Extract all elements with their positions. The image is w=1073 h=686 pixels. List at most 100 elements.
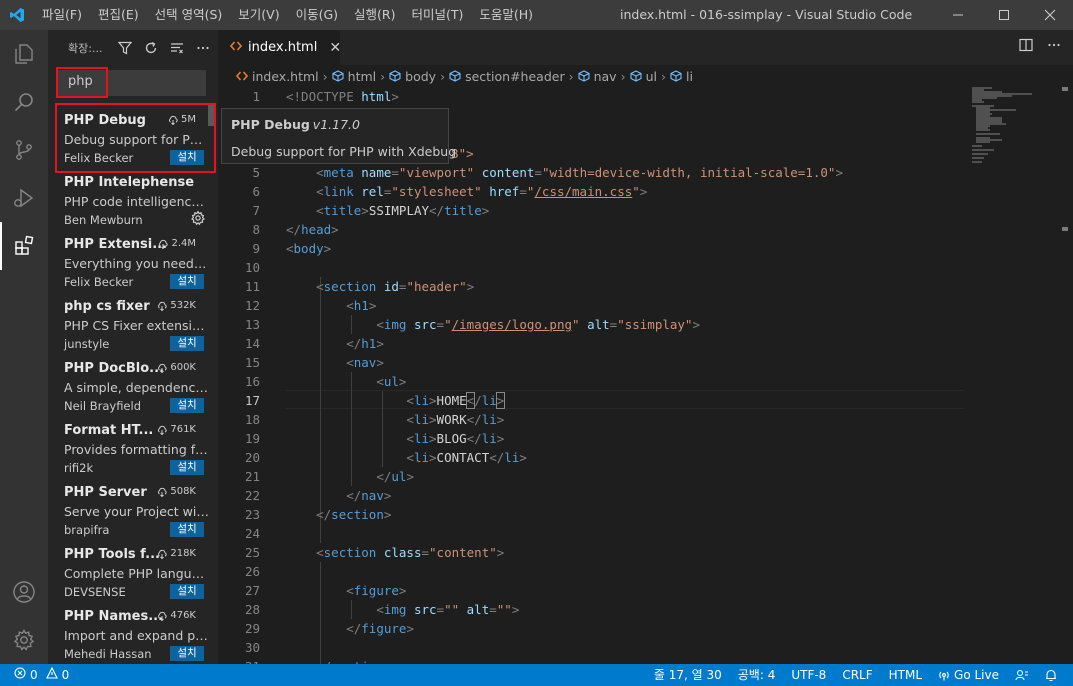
menu-file[interactable]: 파일(F): [34, 0, 90, 30]
encoding[interactable]: UTF-8: [783, 664, 834, 686]
breadcrumb-label: nav: [593, 68, 617, 84]
extension-description: PHP code intelligence f...: [64, 194, 210, 209]
code-token: alt: [587, 317, 610, 332]
code-token: "viewport": [398, 165, 475, 180]
breadcrumb-separator: ›: [380, 68, 386, 84]
refresh-icon[interactable]: [140, 38, 162, 58]
extension-item[interactable]: PHP Tools f... 218K Complete PHP languag..…: [48, 538, 218, 600]
install-button[interactable]: 설치: [170, 584, 204, 599]
line-number: 17: [244, 393, 260, 408]
indentation[interactable]: 공백: 4: [730, 664, 784, 686]
tab-index-html[interactable]: index.html ✕: [218, 30, 341, 65]
menu-selection[interactable]: 선택 영역(S): [147, 0, 231, 30]
end-of-line[interactable]: CRLF: [834, 664, 880, 686]
window-title: index.html - 016-ssimplay - Visual Studi…: [620, 7, 913, 22]
extension-name: PHP Tools f...: [64, 547, 160, 562]
extension-item[interactable]: PHP Server 508K Serve your Project with...…: [48, 476, 218, 538]
warning-count: 0: [61, 668, 70, 682]
breadcrumb-item[interactable]: section#header: [449, 69, 565, 84]
extension-item[interactable]: PHP Extensi... 2.4M Everything you need fo…: [48, 228, 218, 290]
warning-icon: [45, 664, 58, 686]
hover-version: v1.17.0: [312, 117, 360, 132]
code-token: section: [323, 279, 377, 294]
extension-item[interactable]: Format HT... 761K Provides formatting for.…: [48, 414, 218, 476]
cloud-download-icon: [158, 549, 167, 559]
menu-go[interactable]: 이동(G): [288, 0, 346, 30]
maximize-button[interactable]: [981, 0, 1027, 30]
cursor-position[interactable]: 줄 17, 열 30: [646, 664, 730, 686]
extension-item[interactable]: PHP Intelephense PHP code intelligence f.…: [48, 166, 218, 228]
download-count: 2.4M: [158, 238, 196, 249]
menu-edit[interactable]: 편집(E): [90, 0, 147, 30]
code-link[interactable]: /css/main.css: [534, 184, 632, 199]
install-button[interactable]: 설치: [170, 336, 204, 351]
menu-view[interactable]: 보기(V): [230, 0, 287, 30]
extension-name: PHP Extensi...: [64, 237, 168, 252]
menu-help[interactable]: 도움말(H): [471, 0, 541, 30]
minimap[interactable]: [970, 87, 1050, 664]
install-button[interactable]: 설치: [170, 522, 204, 537]
breadcrumb-item[interactable]: li: [670, 69, 693, 84]
settings-gear-icon[interactable]: [0, 616, 48, 664]
source-control-icon[interactable]: [0, 126, 48, 174]
cloud-download-icon: [158, 611, 167, 621]
tab-close-icon[interactable]: ✕: [329, 40, 341, 56]
extension-item[interactable]: php cs fixer 532K PHP CS Fixer extension..…: [48, 290, 218, 352]
breadcrumb-item[interactable]: html: [332, 69, 376, 84]
code-line-21: </ul>: [376, 469, 414, 484]
status-bar: 0 0 줄 17, 열 30 공백: 4 UTF-8 CRLF HTML Go …: [0, 664, 1073, 686]
breadcrumb-item[interactable]: body: [389, 69, 436, 84]
code-line-15: <nav>: [346, 355, 384, 370]
code-token: nav: [361, 488, 384, 503]
clear-results-icon[interactable]: [166, 38, 188, 58]
code-link[interactable]: /images/logo.png: [452, 317, 572, 332]
editor-scrollbar[interactable]: [1058, 87, 1072, 664]
menu-run[interactable]: 실행(R): [346, 0, 403, 30]
install-button[interactable]: 설치: [170, 398, 204, 413]
breadcrumb-label: index.html: [252, 68, 319, 84]
line-number: 16: [244, 374, 260, 389]
minimap-line: [976, 141, 990, 143]
go-live-button[interactable]: Go Live: [930, 664, 1007, 686]
install-button[interactable]: 설치: [170, 646, 204, 661]
search-icon[interactable]: [0, 78, 48, 126]
code-token: BLOG: [436, 431, 467, 446]
minimize-button[interactable]: [935, 0, 981, 30]
filter-icon[interactable]: [114, 38, 136, 58]
php-debug-highlight-box: [55, 103, 216, 173]
code-editor[interactable]: 1234567891011121314151617181920212223242…: [218, 87, 1073, 664]
download-count-text: 218K: [170, 548, 196, 559]
hover-title: PHP Debug v1.17.0: [231, 117, 360, 132]
language-mode[interactable]: HTML: [881, 664, 930, 686]
code-line-29: </figure>: [346, 621, 414, 636]
extension-item[interactable]: PHP Names... 476K Import and expand ph... M…: [48, 600, 218, 662]
element-icon: [389, 70, 401, 82]
more-actions-icon[interactable]: [1047, 38, 1061, 56]
install-button[interactable]: 설치: [170, 460, 204, 475]
close-window-button[interactable]: [1027, 0, 1073, 30]
more-actions-icon[interactable]: [192, 38, 214, 58]
notifications-bell-icon[interactable]: [1037, 669, 1065, 682]
code-line-20: <li>CONTACT</li>: [406, 450, 527, 465]
extension-item[interactable]: PHP DocBlo... 600K A simple, dependency ..…: [48, 352, 218, 414]
code-line-17: <li>HOME</li>: [406, 392, 506, 409]
problems-indicator[interactable]: 0 0: [14, 664, 69, 686]
code-line-19: <li>BLOG</li>: [406, 431, 505, 446]
breadcrumb-label: ul: [645, 68, 657, 84]
manage-gear-icon[interactable]: [190, 210, 206, 230]
install-button[interactable]: 설치: [170, 274, 204, 289]
run-debug-icon[interactable]: [0, 174, 48, 222]
minimap-line: [972, 149, 994, 151]
explorer-icon[interactable]: [0, 30, 48, 78]
split-editor-icon[interactable]: [1019, 38, 1033, 56]
breadcrumb-item[interactable]: ul: [630, 69, 657, 84]
line-number: 18: [244, 412, 260, 427]
extensions-icon[interactable]: [0, 222, 48, 270]
html-file-icon: [236, 71, 248, 81]
breadcrumb-item[interactable]: nav: [578, 69, 617, 84]
account-icon[interactable]: [0, 568, 48, 616]
menu-terminal[interactable]: 터미널(T): [404, 0, 472, 30]
breadcrumb-item[interactable]: index.html: [236, 69, 319, 84]
feedback-icon[interactable]: [1007, 669, 1037, 681]
sidebar-title: 확장:...: [68, 41, 103, 55]
